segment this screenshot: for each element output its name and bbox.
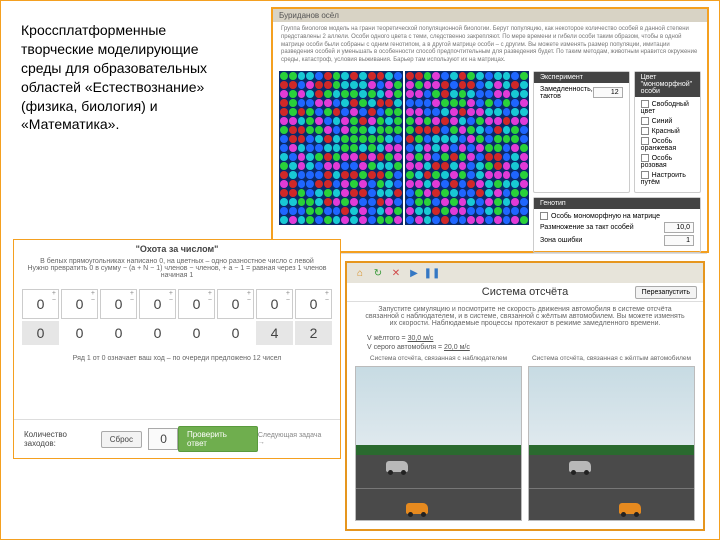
refresh-icon[interactable]: ↻ (371, 266, 385, 280)
param1-value[interactable]: 30,0 м/с (408, 335, 434, 342)
physics-title: Система отсчёта (482, 286, 568, 298)
color-opt-label: Синий (652, 118, 673, 125)
hunt-window: "Охота за числом" В белых прямоугольника… (13, 239, 341, 459)
eps-label: Зона ошибки (540, 237, 582, 244)
attempts-label: Количество заходов: (24, 430, 101, 448)
number-cell[interactable]: 0+− (100, 289, 137, 319)
orange-car-icon (619, 503, 641, 514)
number-cell[interactable]: 0+− (139, 289, 176, 319)
hunt-title: "Охота за числом" (14, 240, 340, 258)
orange-car-icon (406, 503, 428, 514)
reset-button[interactable]: Сброс (101, 431, 142, 448)
population-grid-left[interactable] (279, 71, 403, 225)
checkbox[interactable] (540, 212, 548, 220)
color-panel: Цвет "мономорфной" особи Свободный цветС… (634, 71, 701, 193)
counter-value: 0 (148, 428, 178, 450)
number-cell[interactable]: 0+− (217, 289, 254, 319)
number-cell-result: 0 (139, 321, 176, 345)
param2-label: V серого автомобиля = (367, 344, 442, 351)
slow-value[interactable]: 12 (593, 87, 623, 98)
biology-sim-window: Буриданов осёл Группа биологов модель на… (271, 7, 709, 253)
bio-description: Группа биологов модель на грани теоретич… (273, 22, 707, 69)
number-cell[interactable]: 0+− (178, 289, 215, 319)
param1-label: V жёлтого = (367, 335, 406, 342)
number-cell-result: 4 (256, 321, 293, 345)
number-cell[interactable]: 0+− (256, 289, 293, 319)
number-cell-result: 0 (100, 321, 137, 345)
number-cell[interactable]: 0+− (295, 289, 332, 319)
play-icon[interactable]: ▶ (407, 266, 421, 280)
pause-icon[interactable]: ❚❚ (425, 266, 439, 280)
experiment-panel: Эксперимент Замедленность, тактов 12 (533, 71, 630, 193)
gray-car-icon (569, 461, 591, 472)
population-grid-right[interactable] (405, 71, 529, 225)
rate-value[interactable]: 10,0 (664, 222, 694, 233)
number-row-top: 0+−0+−0+−0+−0+−0+−0+−0+− (22, 289, 332, 319)
number-cell-result: 0 (178, 321, 215, 345)
physics-toolbar: ⌂ ↻ ✕ ▶ ❚❚ (347, 263, 703, 283)
eps-value[interactable]: 1 (664, 235, 694, 246)
genotype-panel: Генотип Особь мономорфную на матрице Раз… (533, 197, 701, 253)
panel-header: Генотип (534, 198, 700, 209)
scene-caption-right: Система отсчёта, связанная с жёлтым авто… (528, 355, 695, 362)
panel-header: Эксперимент (534, 72, 629, 83)
radio[interactable] (641, 127, 649, 135)
slow-label: Замедленность, тактов (540, 86, 593, 100)
number-cell[interactable]: 0+− (61, 289, 98, 319)
physics-description: Запустите симуляцию и посмотрите не скор… (347, 302, 703, 331)
bio-title-bar: Буриданов осёл (273, 9, 707, 22)
param2-value[interactable]: 20,0 м/с (444, 344, 470, 351)
number-cell-result: 2 (295, 321, 332, 345)
radio[interactable] (641, 137, 649, 145)
physics-sim-window: ⌂ ↻ ✕ ▶ ❚❚ Система отсчёта Перезапустить… (345, 261, 705, 531)
home-icon[interactable]: ⌂ (353, 266, 367, 280)
number-row-bottom: 00000042 (22, 321, 332, 345)
close-icon[interactable]: ✕ (389, 266, 403, 280)
check-label: Особь мономорфную на матрице (551, 213, 660, 220)
main-description: Кроссплатформенные творческие моделирующ… (21, 21, 221, 134)
check-answer-button[interactable]: Проверить ответ (178, 426, 258, 452)
bio-grids (279, 71, 529, 253)
number-cell[interactable]: 0+− (22, 289, 59, 319)
color-opt-label: Красный (652, 128, 680, 135)
hunt-info: Ряд 1 от 0 означает ваш ход – по очереди… (14, 351, 340, 366)
scene-caption-left: Система отсчёта, связанная с наблюдателе… (355, 355, 522, 362)
rate-label: Размножение за такт особей (540, 224, 634, 231)
radio[interactable] (641, 117, 649, 125)
radio[interactable] (641, 100, 649, 108)
radio[interactable] (641, 171, 649, 179)
panel-header: Цвет "мономорфной" особи (635, 72, 700, 97)
gray-car-icon (386, 461, 408, 472)
scene-yellow-car (528, 366, 695, 521)
hunt-subtitle: В белых прямоугольниках написано 0, на ц… (14, 258, 340, 283)
next-task-link[interactable]: Следующая задача → (258, 432, 330, 446)
number-cell-result: 0 (22, 321, 59, 345)
number-cell-result: 0 (61, 321, 98, 345)
restart-button[interactable]: Перезапустить (635, 286, 697, 299)
scene-observer (355, 366, 522, 521)
radio[interactable] (641, 154, 649, 162)
number-cell-result: 0 (217, 321, 254, 345)
